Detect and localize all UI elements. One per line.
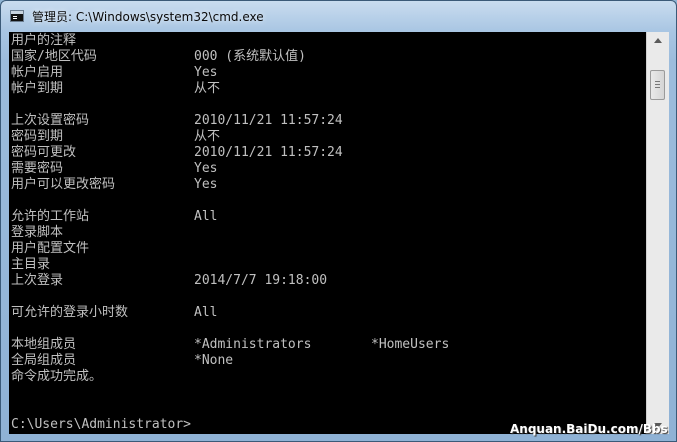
line-label: 登录脚本 (11, 225, 64, 240)
console-line: 用户的注释 (11, 33, 641, 49)
console-line: 需要密码 Yes (11, 161, 641, 177)
scroll-thumb[interactable] (650, 70, 665, 100)
line-label: 本地组成员 (11, 337, 77, 352)
line-label: 允许的工作站 (11, 209, 90, 224)
line-label: C:\Users\Administrator> (11, 417, 192, 432)
console-line: 密码可更改 2010/11/21 11:57:24 (11, 145, 641, 161)
line-value: All (194, 305, 218, 320)
line-value: Yes (194, 65, 218, 80)
line-value: Yes (194, 177, 218, 192)
console-line: 可允许的登录小时数 All (11, 305, 641, 321)
console-output[interactable]: 用户的注释 国家/地区代码 000 (系统默认值) 帐户启用 Yes 帐户到期 从不 上次设置… (9, 32, 646, 434)
console-line: 帐户到期 从不 (11, 81, 641, 97)
line-label: 密码可更改 (11, 145, 77, 160)
line-value-secondary: *HomeUsers (371, 337, 450, 352)
line-value: 2010/11/21 11:57:24 (194, 113, 343, 128)
vertical-scrollbar[interactable] (646, 32, 669, 434)
line-label: 全局组成员 (11, 353, 77, 368)
line-label: 命令成功完成。 (11, 369, 103, 384)
line-label: 需要密码 (11, 161, 64, 176)
line-label: 帐户到期 (11, 81, 64, 96)
console-line: 上次设置密码 2010/11/21 11:57:24 (11, 113, 641, 129)
console-line: 本地组成员 *Administrators *HomeUsers (11, 337, 641, 353)
console-line: 密码到期 从不 (11, 129, 641, 145)
console-line: 用户可以更改密码 Yes (11, 177, 641, 193)
line-value: 2010/11/21 11:57:24 (194, 145, 343, 160)
line-value: 2014/7/7 19:18:00 (194, 273, 328, 288)
console-icon[interactable] (10, 10, 24, 22)
console-line: 帐户启用 Yes (11, 65, 641, 81)
title-bar[interactable]: 管理员: C:\Windows\system32\cmd.exe (1, 1, 676, 32)
console-line: 国家/地区代码 000 (系统默认值) (11, 49, 641, 65)
line-value: Yes (194, 161, 218, 176)
line-label: 帐户启用 (11, 65, 64, 80)
line-value: *None (194, 353, 234, 368)
line-label: 用户配置文件 (11, 241, 90, 256)
console-line: 登录脚本 (11, 225, 641, 241)
line-label: 主目录 (11, 257, 51, 272)
line-label: 上次登录 (11, 273, 64, 288)
console-line: 命令成功完成。 (11, 369, 641, 385)
console-line: 全局组成员 *None (11, 353, 641, 369)
line-label: 用户可以更改密码 (11, 177, 116, 192)
window-title: 管理员: C:\Windows\system32\cmd.exe (32, 10, 264, 24)
line-value: 从不 (194, 129, 221, 144)
line-value: All (194, 209, 218, 224)
console-line: 用户配置文件 (11, 241, 641, 257)
line-value: 000 (系统默认值) (194, 49, 306, 64)
line-label: 上次设置密码 (11, 113, 90, 128)
line-label: 用户的注释 (11, 33, 77, 48)
console-line: 主目录 (11, 257, 641, 273)
console-window: 管理员: C:\Windows\system32\cmd.exe 用户的注释 国家… (0, 0, 677, 442)
line-label: 国家/地区代码 (11, 49, 97, 64)
console-line: 允许的工作站 All (11, 209, 641, 225)
line-label: 可允许的登录小时数 (11, 305, 129, 320)
line-value: 从不 (194, 81, 221, 96)
line-value: *Administrators (194, 337, 312, 352)
scroll-up-arrow-icon[interactable] (647, 32, 669, 49)
console-line: 上次登录 2014/7/7 19:18:00 (11, 273, 641, 289)
watermark: Anquan.BaiDu.com/Bbs (510, 422, 668, 436)
line-label: 密码到期 (11, 129, 64, 144)
